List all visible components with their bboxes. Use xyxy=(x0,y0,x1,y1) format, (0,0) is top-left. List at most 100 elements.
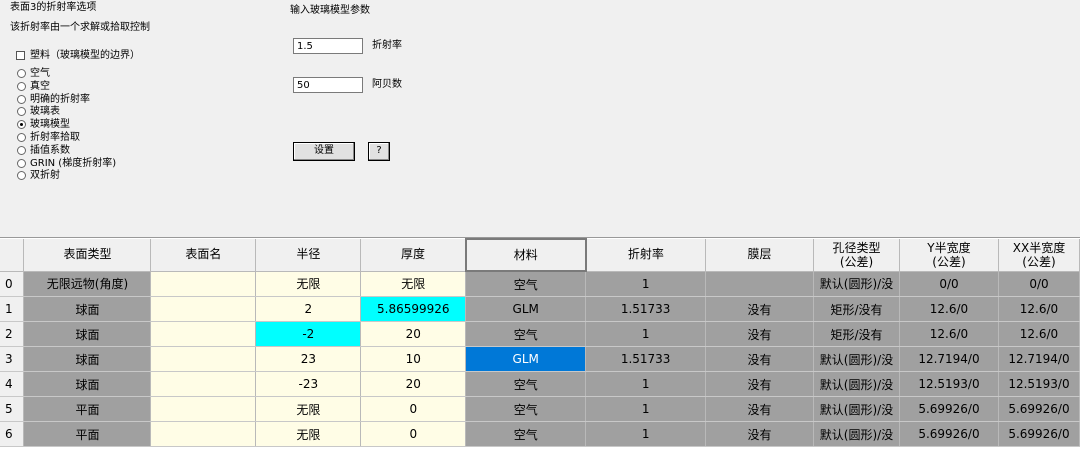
coating-cell[interactable]: 没有 xyxy=(705,371,815,397)
y-semi-width-cell[interactable]: 12.5193/0 xyxy=(899,371,999,397)
material-cell[interactable]: 空气 xyxy=(465,371,587,397)
surface-type-cell[interactable]: 球面 xyxy=(23,296,152,322)
panel-subtitle: 该折射率由一个求解或拾取控制 xyxy=(10,22,150,33)
radius-cell[interactable]: -23 xyxy=(255,371,362,397)
surface-name-cell[interactable] xyxy=(150,371,257,397)
thickness-cell[interactable]: 20 xyxy=(360,321,467,347)
y-semi-width-cell[interactable]: 12.6/0 xyxy=(899,321,999,347)
material-radio-1[interactable] xyxy=(17,81,26,91)
thickness-cell[interactable]: 5.86599926 xyxy=(360,296,467,322)
col-header-x-semi-width[interactable]: XX半宽度 (公差) xyxy=(998,239,1080,272)
material-cell[interactable]: 空气 xyxy=(465,271,587,297)
material-radio-5[interactable] xyxy=(17,133,26,142)
surface-type-cell[interactable]: 球面 xyxy=(23,371,152,397)
x-semi-width-cell[interactable]: 12.6/0 xyxy=(998,321,1080,347)
index-cell[interactable]: 1 xyxy=(585,396,707,422)
material-cell[interactable]: 空气 xyxy=(465,321,587,347)
table-row: 6 平面 无限 0 空气 1 没有 默认(圆形)/没 5.69926/0 5.69926/0 xyxy=(0,421,1080,447)
coating-cell[interactable]: 没有 xyxy=(705,421,815,447)
x-semi-width-cell[interactable]: 5.69926/0 xyxy=(998,396,1080,422)
material-radio-label: 玻璃表 xyxy=(30,106,60,118)
surface-type-cell[interactable]: 平面 xyxy=(23,421,152,447)
col-header-thickness[interactable]: 厚度 xyxy=(360,239,467,272)
index-cell[interactable]: 1 xyxy=(585,421,707,447)
index-label: 折射率 xyxy=(372,40,402,51)
y-semi-width-cell[interactable]: 5.69926/0 xyxy=(899,421,999,447)
aperture-type-cell[interactable]: 矩形/没有 xyxy=(813,296,900,322)
row-number: 5 xyxy=(0,396,25,422)
aperture-type-cell[interactable]: 默认(圆形)/没 xyxy=(813,396,900,422)
material-radio-0[interactable] xyxy=(17,69,26,78)
radius-cell[interactable]: -2 xyxy=(255,321,362,347)
thickness-cell[interactable]: 20 xyxy=(360,371,467,397)
coating-cell[interactable]: 没有 xyxy=(705,346,815,372)
index-cell[interactable]: 1.51733 xyxy=(585,346,707,372)
index-input[interactable] xyxy=(293,38,363,54)
index-cell[interactable]: 1 xyxy=(585,321,707,347)
surface-type-cell[interactable]: 球面 xyxy=(23,346,152,372)
material-cell[interactable]: 空气 xyxy=(465,421,587,447)
surface-name-cell[interactable] xyxy=(150,396,257,422)
x-semi-width-cell[interactable]: 12.5193/0 xyxy=(998,371,1080,397)
surface-type-cell[interactable]: 球面 xyxy=(23,321,152,347)
material-cell[interactable]: GLM xyxy=(465,296,587,322)
index-cell[interactable]: 1.51733 xyxy=(585,296,707,322)
material-cell[interactable]: 空气 xyxy=(465,396,587,422)
material-radio-4[interactable] xyxy=(17,120,26,130)
x-semi-width-cell[interactable]: 12.7194/0 xyxy=(998,346,1080,372)
surface-name-cell[interactable] xyxy=(150,346,257,372)
thickness-cell[interactable]: 0 xyxy=(360,421,467,447)
col-header-y-semi-width[interactable]: Y半宽度 (公差) xyxy=(899,239,999,272)
radius-cell[interactable]: 无限 xyxy=(255,271,362,297)
surface-name-cell[interactable] xyxy=(150,271,257,297)
y-semi-width-cell[interactable]: 5.69926/0 xyxy=(899,396,999,422)
radius-cell[interactable]: 无限 xyxy=(255,421,362,447)
aperture-type-cell[interactable]: 默认(圆形)/没 xyxy=(813,371,900,397)
surface-type-cell[interactable]: 平面 xyxy=(23,396,152,422)
x-semi-width-cell[interactable]: 5.69926/0 xyxy=(998,421,1080,447)
y-semi-width-cell[interactable]: 12.7194/0 xyxy=(899,346,999,372)
col-header-surface-type[interactable]: 表面类型 xyxy=(23,239,152,272)
col-header-aperture-type[interactable]: 孔径类型 (公差) xyxy=(813,239,900,272)
surface-name-cell[interactable] xyxy=(150,296,257,322)
coating-cell[interactable] xyxy=(705,271,815,297)
y-semi-width-cell[interactable]: 0/0 xyxy=(899,271,999,297)
thickness-cell[interactable]: 10 xyxy=(360,346,467,372)
y-semi-width-cell[interactable]: 12.6/0 xyxy=(899,296,999,322)
surface-name-cell[interactable] xyxy=(150,421,257,447)
col-header-radius[interactable]: 半径 xyxy=(255,239,362,272)
col-header-material[interactable]: 材料 xyxy=(464,238,587,272)
radius-cell[interactable]: 无限 xyxy=(255,396,362,422)
col-header-surface-name[interactable]: 表面名 xyxy=(150,239,257,272)
thickness-cell[interactable]: 无限 xyxy=(360,271,467,297)
surface-name-cell[interactable] xyxy=(150,321,257,347)
index-cell[interactable]: 1 xyxy=(585,371,707,397)
material-cell[interactable]: GLM xyxy=(465,346,587,372)
grid-header-row: 表面类型 表面名 半径 厚度 材料 折射率 膜层 孔径类型 (公差) Y半宽度 (公… xyxy=(0,238,1080,272)
aperture-type-cell[interactable]: 默认(圆形)/没 xyxy=(813,271,900,297)
surface-type-cell[interactable]: 无限远物(角度) xyxy=(23,271,152,297)
help-button[interactable]: ? xyxy=(368,142,390,161)
material-radio-6[interactable] xyxy=(17,145,26,155)
set-button[interactable]: 设置 xyxy=(293,142,355,161)
thickness-cell[interactable]: 0 xyxy=(360,396,467,422)
radius-cell[interactable]: 2 xyxy=(255,296,362,322)
coating-cell[interactable]: 没有 xyxy=(705,396,815,422)
x-semi-width-cell[interactable]: 0/0 xyxy=(998,271,1080,297)
abbe-input[interactable] xyxy=(293,77,363,93)
aperture-type-cell[interactable]: 默认(圆形)/没 xyxy=(813,421,900,447)
col-header-coating[interactable]: 膜层 xyxy=(705,239,815,272)
col-header-index[interactable]: 折射率 xyxy=(585,239,707,272)
coating-cell[interactable]: 没有 xyxy=(705,296,815,322)
material-radio-3[interactable] xyxy=(17,107,26,117)
radius-cell[interactable]: 23 xyxy=(255,346,362,372)
material-radio-8[interactable] xyxy=(17,171,26,181)
aperture-type-cell[interactable]: 矩形/没有 xyxy=(813,321,900,347)
material-radio-7[interactable] xyxy=(17,158,26,168)
index-cell[interactable]: 1 xyxy=(585,271,707,297)
coating-cell[interactable]: 没有 xyxy=(705,321,815,347)
x-semi-width-cell[interactable]: 12.6/0 xyxy=(998,296,1080,322)
material-radio-2[interactable] xyxy=(17,94,26,104)
aperture-type-cell[interactable]: 默认(圆形)/没 xyxy=(813,346,900,372)
plastic-checkbox[interactable] xyxy=(16,51,25,60)
